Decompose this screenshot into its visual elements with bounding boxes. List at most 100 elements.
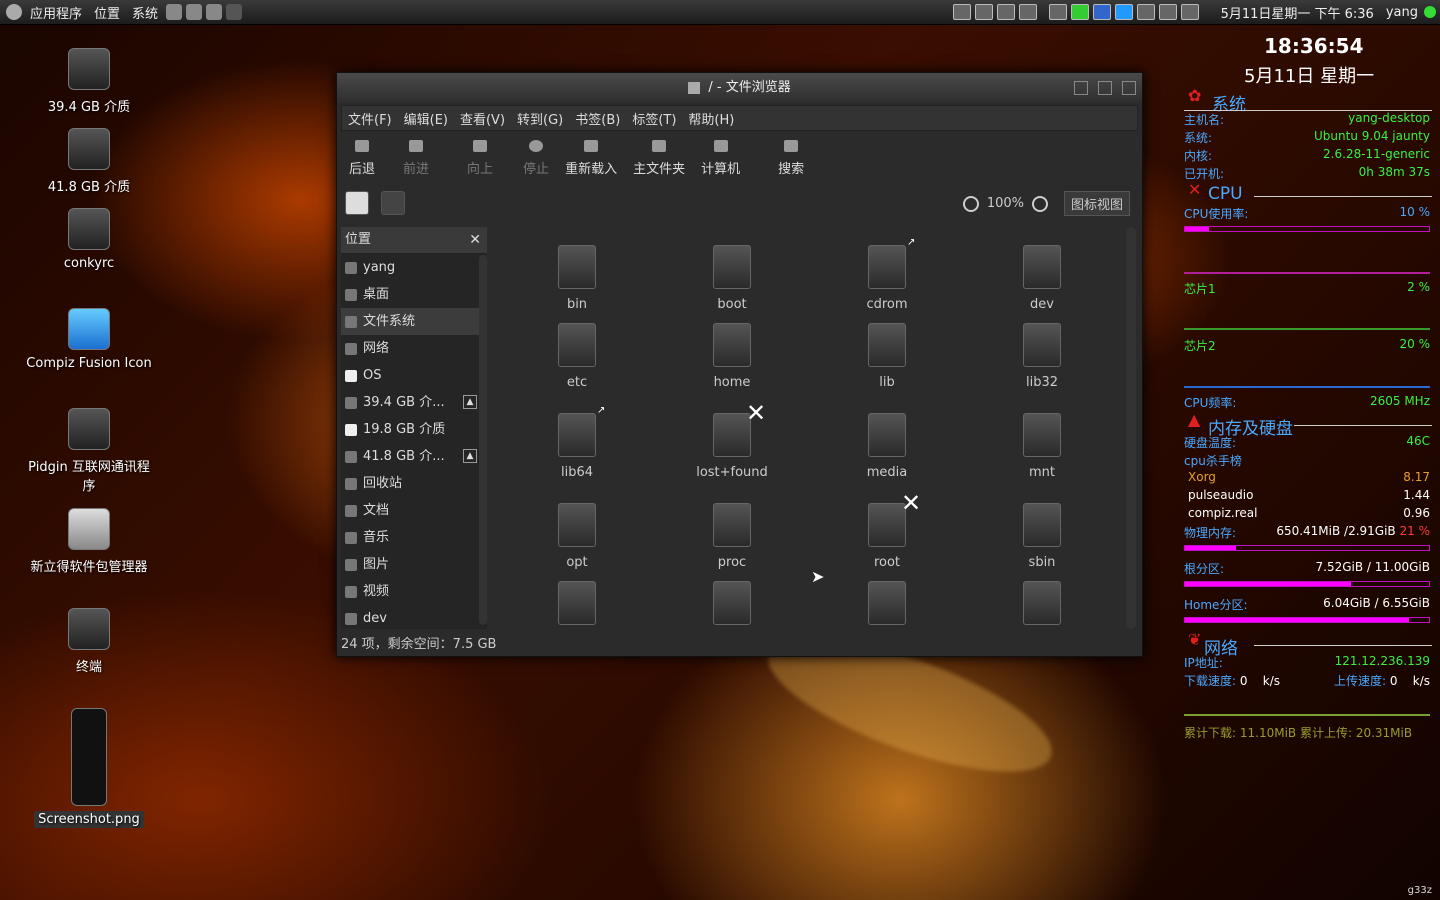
sidebar-item-home[interactable]: yang (341, 254, 487, 281)
content-scrollbar[interactable] (1126, 227, 1136, 629)
folder-item[interactable]: home (672, 323, 792, 390)
home-button[interactable]: 主文件夹 (633, 140, 685, 181)
mail-icon[interactable] (1158, 4, 1177, 20)
email-launcher-icon[interactable] (186, 4, 203, 20)
network-icon[interactable] (1092, 4, 1111, 20)
eject-icon[interactable]: ▲ (463, 449, 477, 463)
menu-tabs[interactable]: 标签(T) (626, 109, 682, 128)
reload-button[interactable]: 重新载入 (565, 140, 617, 181)
folder-item[interactable]: opt (517, 503, 637, 570)
folder-item[interactable]: lost+found (672, 413, 792, 480)
system-menu[interactable]: 系统 (126, 3, 164, 22)
folder-icon (345, 531, 357, 544)
folder-item[interactable]: mnt (982, 413, 1102, 480)
sidebar-item-drive-19[interactable]: 19.8 GB 介质 (341, 416, 487, 443)
menu-view[interactable]: 查看(V) (454, 109, 511, 128)
help-launcher-icon[interactable] (206, 4, 223, 20)
panel-handle-icon[interactable] (226, 4, 243, 20)
folder-item[interactable]: etc (517, 323, 637, 390)
sidebar-item-drive-41[interactable]: 41.8 GB 介... ▲ (341, 443, 487, 470)
applications-menu[interactable]: 应用程序 (24, 3, 88, 22)
minimize-button[interactable] (1073, 80, 1088, 95)
sidebar-item-filesystem[interactable]: 文件系统 (341, 308, 487, 335)
folder-item[interactable]: lib64 (517, 413, 637, 480)
folder-item[interactable]: cdrom (827, 245, 947, 312)
search-button[interactable]: 搜索 (778, 140, 804, 181)
stop-button[interactable]: 停止 (523, 140, 549, 181)
browser-launcher-icon[interactable] (166, 4, 183, 20)
toggle-location-entry-button[interactable] (345, 191, 369, 215)
battery-icon[interactable] (1136, 4, 1155, 20)
path-root-button[interactable] (381, 191, 405, 215)
folder-item[interactable] (517, 581, 637, 629)
menu-edit[interactable]: 编辑(E) (398, 109, 454, 128)
desktop-icon-compiz[interactable]: Compiz Fusion Icon (24, 308, 154, 371)
folder-item[interactable]: boot (672, 245, 792, 312)
sidebar-item-videos[interactable]: 视频 (341, 578, 487, 605)
folder-item[interactable]: proc (672, 503, 792, 570)
symlink-arrow-icon: ↗ (907, 237, 916, 248)
folder-item[interactable] (827, 581, 947, 629)
zoom-level[interactable]: 100% (987, 196, 1024, 211)
update-icon[interactable] (1070, 4, 1089, 20)
sidebar-item-os[interactable]: OS (341, 362, 487, 389)
eject-icon[interactable]: ▲ (463, 395, 477, 409)
desktop-icon-synaptic[interactable]: 新立得软件包管理器 (24, 508, 154, 575)
zoom-out-icon[interactable] (962, 195, 979, 212)
close-button[interactable] (1122, 80, 1136, 95)
folder-item[interactable]: sbin (982, 503, 1102, 570)
forward-button[interactable]: 前进 (403, 140, 429, 181)
sidebar-scrollbar[interactable] (479, 255, 487, 625)
back-button[interactable]: 后退 (349, 140, 375, 181)
sidebar-item-documents[interactable]: 文档 (341, 497, 487, 524)
sidebar-item-desktop[interactable]: 桌面 (341, 281, 487, 308)
desktop-icon-drive-1[interactable]: 39.4 GB 介质 (24, 48, 154, 115)
sidebar-item-music[interactable]: 音乐 (341, 524, 487, 551)
drive-icon (345, 315, 357, 328)
desktop-icon-conkyrc[interactable]: conkyrc (24, 208, 154, 271)
desktop-icon-pidgin[interactable]: Pidgin 互联网通讯程序 (24, 408, 154, 494)
window-list-icon[interactable] (996, 4, 1015, 20)
folder-item[interactable]: dev (982, 245, 1102, 312)
folder-icon (868, 245, 906, 289)
folder-item[interactable]: lib (827, 323, 947, 390)
folder-icon (1023, 323, 1061, 367)
bluetooth-icon[interactable] (1114, 4, 1133, 20)
window-titlebar[interactable]: / - 文件浏览器 (337, 73, 1142, 103)
folder-icon (868, 323, 906, 367)
desktop-icon-terminal[interactable]: 终端 (24, 608, 154, 675)
sidebar-item-trash[interactable]: 回收站 (341, 470, 487, 497)
maximize-button[interactable] (1097, 80, 1112, 95)
folder-item[interactable] (672, 581, 792, 629)
printer-icon[interactable] (1048, 4, 1067, 20)
folder-item[interactable]: media (827, 413, 947, 480)
sidebar-header[interactable]: 位置 ✕ (341, 227, 487, 254)
menu-help[interactable]: 帮助(H) (682, 109, 740, 128)
computer-button[interactable]: 计算机 (701, 140, 740, 181)
window-list-icon[interactable] (1018, 4, 1037, 20)
drive-icon (345, 450, 357, 463)
close-icon[interactable]: ✕ (469, 227, 481, 253)
desktop-icon-screenshot[interactable]: Screenshot.png (24, 708, 154, 828)
menu-bookmarks[interactable]: 书签(B) (569, 109, 626, 128)
window-list-icon[interactable] (952, 4, 971, 20)
folder-item[interactable]: lib32 (982, 323, 1102, 390)
desktop-icon-drive-2[interactable]: 41.8 GB 介质 (24, 128, 154, 195)
ubuntu-logo-icon[interactable] (6, 4, 22, 20)
window-list-icon[interactable] (974, 4, 993, 20)
places-menu[interactable]: 位置 (88, 3, 126, 22)
zoom-in-icon[interactable] (1031, 195, 1048, 212)
menu-file[interactable]: 文件(F) (342, 109, 398, 128)
view-mode-select[interactable]: 图标视图 (1063, 191, 1130, 216)
up-button[interactable]: 向上 (467, 140, 493, 181)
places-sidebar: 位置 ✕ yang 桌面 文件系统 网络 OS 39.4 GB 介... ▲ 19.… (341, 227, 487, 629)
folder-item[interactable]: root (827, 503, 947, 570)
folder-item[interactable] (982, 581, 1102, 629)
menu-go[interactable]: 转到(G) (511, 109, 569, 128)
sidebar-item-network[interactable]: 网络 (341, 335, 487, 362)
sidebar-item-drive-39[interactable]: 39.4 GB 介... ▲ (341, 389, 487, 416)
folder-item[interactable]: bin (517, 245, 637, 312)
sidebar-item-dev[interactable]: dev (341, 605, 487, 629)
sidebar-item-pictures[interactable]: 图片 (341, 551, 487, 578)
conky-row-uptime: 已开机: 0h 38m 37s (1184, 165, 1430, 181)
